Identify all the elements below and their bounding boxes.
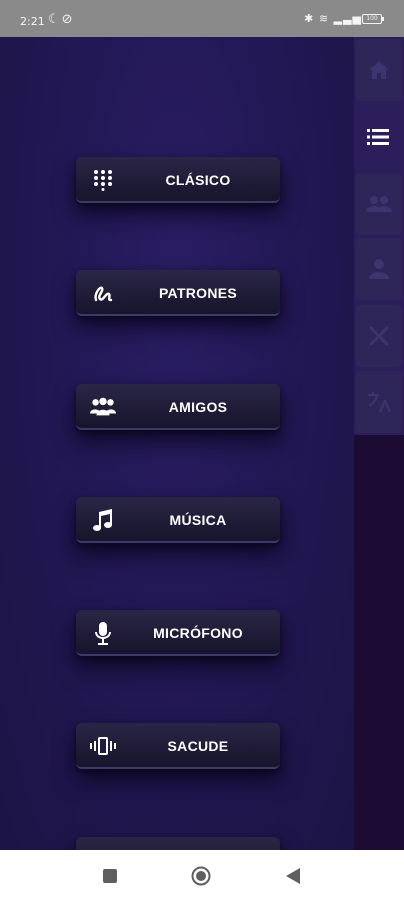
microphone-icon	[90, 621, 116, 645]
sacude-label: SACUDE	[167, 738, 229, 754]
list-icon	[367, 129, 389, 145]
home-icon	[369, 61, 389, 79]
status-left-icons: ☾⊘	[48, 12, 75, 27]
rail-tab-home[interactable]	[356, 39, 402, 101]
more-button[interactable]	[76, 837, 280, 850]
rail-bottom-panel	[354, 435, 404, 850]
pattern-icon	[90, 281, 116, 305]
wifi-icon: ≋	[318, 12, 330, 25]
sacude-button[interactable]: SACUDE	[76, 723, 280, 769]
square-icon	[103, 869, 117, 883]
amigos-label: AMIGOS	[168, 399, 228, 415]
person-icon	[369, 259, 389, 279]
tools-icon	[369, 326, 389, 346]
system-nav-bar	[0, 850, 404, 900]
moon-icon: ☾	[48, 12, 62, 27]
signal-icon: ▂▃▅	[333, 12, 362, 25]
friends-icon	[366, 196, 392, 212]
rail-tab-profile[interactable]	[356, 238, 402, 300]
group-icon	[90, 395, 116, 419]
amigos-button[interactable]: AMIGOS	[76, 384, 280, 430]
vibrate-icon	[90, 734, 116, 758]
menu-panel: CLÁSICO PATRONES AMIGOS MÚSICA MICRÓFONO…	[0, 37, 354, 850]
status-bar: 2:21 ☾⊘ ✱ ≋ ▂▃▅ 100	[0, 0, 404, 37]
circle-icon	[191, 866, 211, 886]
patrones-button[interactable]: PATRONES	[76, 270, 280, 316]
do-not-disturb-icon: ⊘	[61, 12, 75, 27]
rail-tab-friends[interactable]	[356, 173, 402, 235]
musica-button[interactable]: MÚSICA	[76, 497, 280, 543]
back-button[interactable]	[283, 866, 303, 886]
rail-tab-translate[interactable]	[356, 371, 402, 433]
home-button[interactable]	[191, 866, 211, 886]
dialpad-icon	[90, 168, 116, 192]
more-label	[120, 837, 276, 850]
clasico-button[interactable]: CLÁSICO	[76, 157, 280, 203]
patrones-label: PATRONES	[158, 285, 238, 301]
recents-button[interactable]	[100, 866, 120, 886]
rail-tab-tools[interactable]	[356, 305, 402, 367]
clasico-label: CLÁSICO	[165, 172, 231, 188]
rail-tab-list[interactable]	[364, 125, 392, 149]
battery-level: 100	[366, 15, 378, 22]
bluetooth-icon: ✱	[304, 12, 315, 25]
side-rail	[354, 37, 404, 850]
musica-label: MÚSICA	[169, 512, 227, 528]
battery-icon: 100	[362, 14, 384, 24]
back-triangle-icon	[286, 868, 300, 884]
status-time: 2:21	[20, 15, 45, 28]
microfono-button[interactable]: MICRÓFONO	[76, 610, 280, 656]
music-note-icon	[90, 508, 116, 532]
status-right-icons: ✱ ≋ ▂▃▅	[304, 12, 362, 25]
translate-icon	[368, 392, 391, 412]
microfono-label: MICRÓFONO	[153, 625, 243, 641]
